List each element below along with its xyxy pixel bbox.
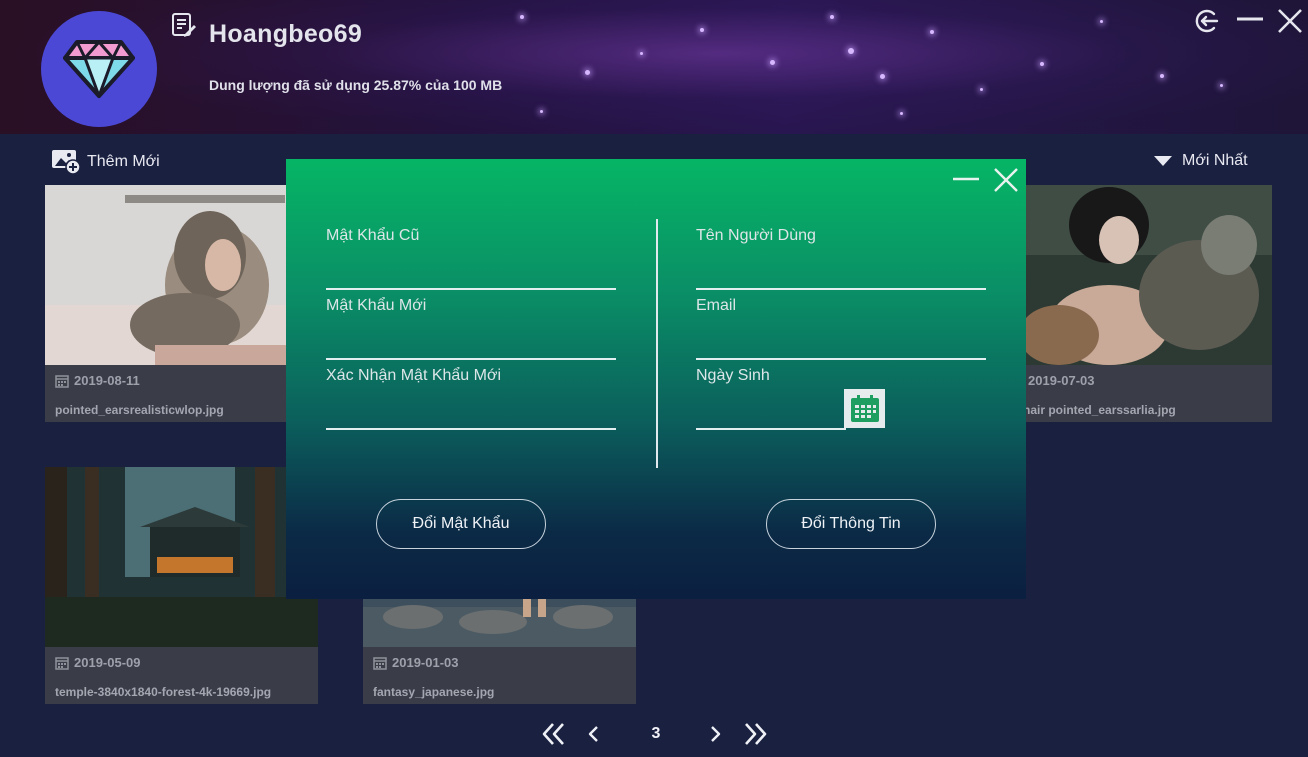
close-icon[interactable] xyxy=(1275,6,1305,36)
card-date-text: 2019-07-03 xyxy=(1028,373,1095,388)
username-label: Tên Người Dùng xyxy=(696,227,816,244)
birthday-field[interactable] xyxy=(696,400,846,430)
card-date: 2019-01-03 xyxy=(373,655,459,670)
star-decoration xyxy=(640,52,643,55)
star-decoration xyxy=(1040,62,1044,66)
old-password-field[interactable] xyxy=(326,260,616,290)
star-decoration xyxy=(980,88,983,91)
star-decoration xyxy=(1160,74,1164,78)
star-decoration xyxy=(848,48,854,54)
diamond-icon xyxy=(63,40,135,98)
sort-dropdown[interactable]: Mới Nhất xyxy=(1153,150,1248,172)
card-filename: temple-3840x1840-forest-4k-19669.jpg xyxy=(55,685,272,699)
card-date-text: 2019-08-11 xyxy=(74,373,140,388)
star-decoration xyxy=(540,110,543,113)
confirm-password-field[interactable] xyxy=(326,400,616,430)
image-thumbnail xyxy=(999,185,1272,365)
minimize-icon[interactable] xyxy=(1235,6,1265,36)
minimize-icon[interactable] xyxy=(951,167,981,191)
date-picker-button[interactable] xyxy=(844,389,885,428)
image-card[interactable]: 2019-07-03 g_hair pointed_earssarlia.jpg xyxy=(999,185,1272,422)
avatar[interactable] xyxy=(41,11,157,127)
star-decoration xyxy=(585,70,590,75)
new-password-field[interactable] xyxy=(326,330,616,360)
app-header: Hoangbeo69 Dung lượng đã sử dụng 25.87% … xyxy=(0,0,1308,134)
email-label: Email xyxy=(696,297,737,314)
chevron-right-icon[interactable] xyxy=(700,719,730,749)
star-decoration xyxy=(700,28,704,32)
add-new-button[interactable]: Thêm Mới xyxy=(51,149,160,175)
card-filename: pointed_earsrealisticwlop.jpg xyxy=(55,403,224,417)
image-thumbnail xyxy=(45,185,318,365)
change-info-button[interactable]: Đổi Thông Tin xyxy=(766,499,936,549)
image-thumbnail xyxy=(45,467,318,647)
confirm-password-label: Xác Nhận Mật Khẩu Mới xyxy=(326,367,502,384)
star-decoration xyxy=(930,30,934,34)
new-password-label: Mật Khẩu Mới xyxy=(326,297,427,314)
double-chevron-right-icon[interactable] xyxy=(740,719,770,749)
change-password-button[interactable]: Đổi Mật Khẩu xyxy=(376,499,546,549)
star-decoration xyxy=(880,74,885,79)
calendar-icon xyxy=(373,656,387,670)
card-date-text: 2019-01-03 xyxy=(392,655,459,670)
star-decoration xyxy=(520,15,524,19)
card-filename: fantasy_japanese.jpg xyxy=(373,685,495,699)
image-card[interactable]: 2019-08-11 pointed_earsrealisticwlop.jpg xyxy=(45,185,318,422)
double-chevron-left-icon[interactable] xyxy=(539,719,569,749)
username: Hoangbeo69 xyxy=(209,20,363,48)
logout-icon[interactable] xyxy=(1192,6,1222,36)
birthday-label: Ngày Sinh xyxy=(696,367,770,384)
triangle-down-icon xyxy=(1154,156,1172,166)
add-new-label: Thêm Mới xyxy=(87,153,160,170)
card-filename: g_hair pointed_earssarlia.jpg xyxy=(1009,403,1176,417)
star-decoration xyxy=(900,112,903,115)
calendar-icon xyxy=(55,374,69,388)
star-decoration xyxy=(830,15,834,19)
image-card[interactable]: 2019-05-09 temple-3840x1840-forest-4k-19… xyxy=(45,467,318,704)
star-decoration xyxy=(1100,20,1103,23)
card-date: 2019-08-11 xyxy=(55,373,140,388)
star-decoration xyxy=(1220,84,1223,87)
old-password-label: Mật Khẩu Cũ xyxy=(326,227,420,244)
card-date-text: 2019-05-09 xyxy=(74,655,141,670)
add-image-icon xyxy=(52,150,81,175)
card-date: 2019-05-09 xyxy=(55,655,141,670)
current-page-number: 3 xyxy=(651,725,661,742)
calendar-icon xyxy=(55,656,69,670)
account-settings-dialog: Mật Khẩu Cũ Mật Khẩu Mới Xác Nhận Mật Kh… xyxy=(286,159,1026,599)
chevron-left-icon[interactable] xyxy=(579,719,609,749)
username-field[interactable] xyxy=(696,260,986,290)
close-icon[interactable] xyxy=(991,165,1021,195)
storage-usage-text: Dung lượng đã sử dụng 25.87% của 100 MB xyxy=(209,77,503,93)
calendar-icon xyxy=(850,394,879,422)
column-divider xyxy=(656,219,658,468)
email-field[interactable] xyxy=(696,330,986,360)
sort-label: Mới Nhất xyxy=(1182,152,1248,169)
star-decoration xyxy=(770,60,775,65)
edit-note-icon[interactable] xyxy=(171,12,197,38)
